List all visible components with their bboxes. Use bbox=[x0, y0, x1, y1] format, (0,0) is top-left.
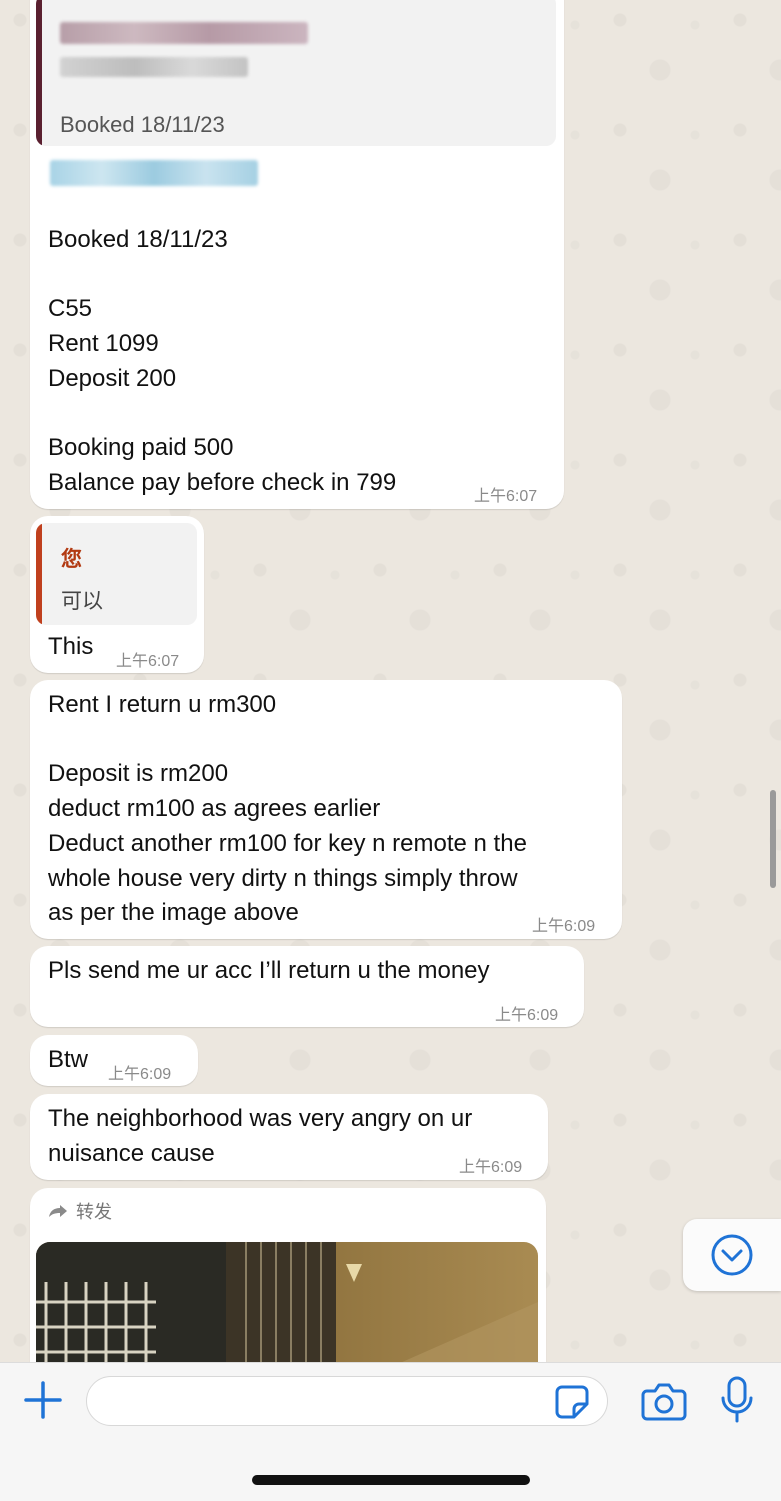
quote-text: 可以 bbox=[61, 590, 103, 613]
message-time: 上午6:09 bbox=[459, 1159, 523, 1176]
message-input[interactable] bbox=[86, 1376, 608, 1426]
blurred-quote-author bbox=[60, 22, 308, 44]
message-bubble-booking[interactable]: Booked 18/11/23 Booked 18/11/23 C55 Rent… bbox=[30, 0, 564, 509]
microphone-button[interactable] bbox=[716, 1375, 758, 1425]
scroll-to-bottom-button[interactable] bbox=[683, 1219, 781, 1291]
blurred-quote-line bbox=[60, 57, 248, 77]
message-text: Pls send me ur acc I’ll return u the mon… bbox=[48, 957, 490, 984]
message-bubble-deposit[interactable]: Rent I return u rm300 Deposit is rm200 d… bbox=[30, 680, 622, 939]
message-text: Rent I return u rm300 Deposit is rm200 d… bbox=[48, 691, 527, 927]
message-time: 上午6:07 bbox=[474, 488, 538, 505]
sticker-icon bbox=[555, 1385, 589, 1419]
home-indicator[interactable] bbox=[252, 1475, 530, 1485]
plus-icon bbox=[24, 1381, 62, 1419]
blurred-header bbox=[50, 160, 258, 186]
quote-bar bbox=[36, 0, 42, 146]
message-bubble-btw[interactable]: Btw 上午6:09 bbox=[30, 1035, 198, 1086]
chevron-down-circle-icon bbox=[711, 1234, 753, 1276]
quote-author: 您 bbox=[61, 548, 82, 571]
message-bubble-send-account[interactable]: Pls send me ur acc I’ll return u the mon… bbox=[30, 946, 584, 1027]
photo-of-dim-corridor-with-window-grille bbox=[36, 1242, 538, 1378]
message-bubble-this[interactable]: 您 可以 This 上午6:07 bbox=[30, 516, 204, 673]
forward-arrow-icon bbox=[49, 1205, 67, 1217]
message-text: Btw bbox=[48, 1046, 89, 1073]
camera-icon bbox=[641, 1383, 687, 1421]
scroll-indicator[interactable] bbox=[770, 790, 776, 888]
message-time: 上午6:07 bbox=[116, 653, 180, 670]
message-text: This bbox=[48, 633, 94, 660]
attach-button[interactable] bbox=[20, 1377, 66, 1423]
message-text: Booked 18/11/23 C55 Rent 1099 Deposit 20… bbox=[48, 226, 397, 496]
quoted-message[interactable]: 您 可以 bbox=[36, 523, 197, 625]
microphone-icon bbox=[721, 1376, 753, 1423]
sticker-button[interactable] bbox=[552, 1383, 592, 1421]
quoted-message[interactable]: Booked 18/11/23 bbox=[36, 0, 556, 146]
message-bubble-neighborhood[interactable]: The neighborhood was very angry on ur nu… bbox=[30, 1094, 548, 1180]
message-bubble-forwarded-image[interactable]: 转发 bbox=[30, 1188, 546, 1378]
message-time: 上午6:09 bbox=[108, 1066, 172, 1083]
message-time: 上午6:09 bbox=[495, 1007, 559, 1024]
quote-bar bbox=[36, 523, 42, 625]
quote-text: Booked 18/11/23 bbox=[60, 112, 225, 137]
message-time: 上午6:09 bbox=[532, 918, 596, 935]
message-photo[interactable] bbox=[36, 1242, 538, 1378]
forwarded-label: 转发 bbox=[48, 1198, 112, 1224]
forwarded-label-text: 转发 bbox=[76, 1202, 112, 1222]
camera-button[interactable] bbox=[640, 1379, 688, 1423]
